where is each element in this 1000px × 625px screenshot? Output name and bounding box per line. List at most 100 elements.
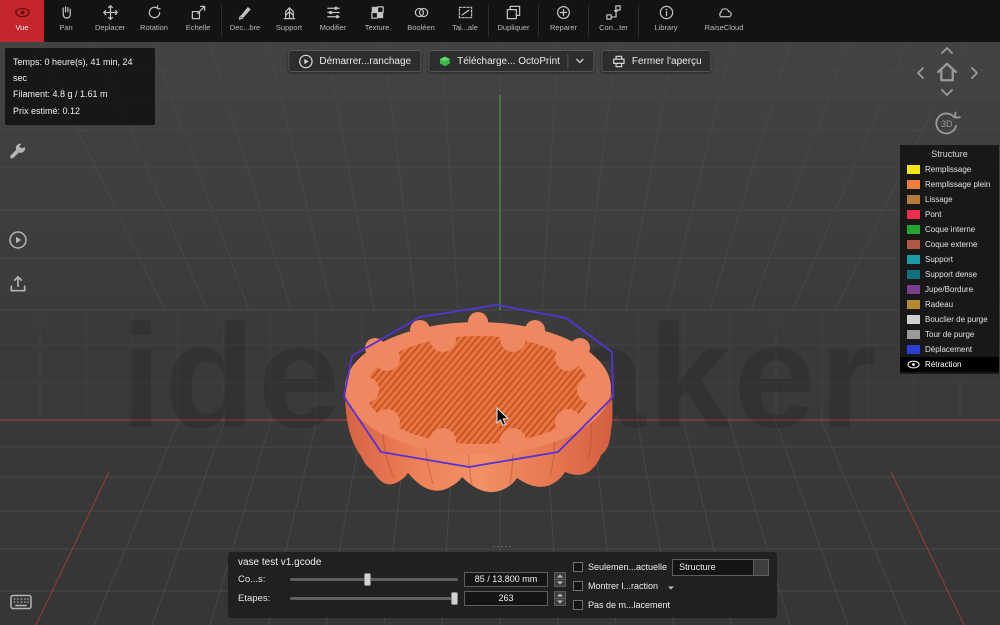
layer-value-field[interactable]: 85 / 13.800 mm <box>464 572 548 587</box>
tool-move[interactable]: Deplacer <box>88 0 132 42</box>
color-swatch <box>907 225 920 234</box>
color-swatch <box>907 210 920 219</box>
toolbar-separator <box>538 5 539 37</box>
rotate-left-button[interactable] <box>914 64 927 87</box>
steps-slider[interactable] <box>290 592 458 605</box>
svg-text:3D: 3D <box>941 119 953 129</box>
tool-cut[interactable]: Dec...bre <box>223 0 267 42</box>
legend-row-retraction[interactable]: Rétraction <box>900 357 999 372</box>
color-swatch <box>907 330 920 339</box>
tool-scale[interactable]: Echelle <box>176 0 220 42</box>
legend-row-remplissage-plein[interactable]: Remplissage plein <box>900 177 999 192</box>
tool-view[interactable]: Vue <box>0 0 44 42</box>
library-icon <box>658 4 675 21</box>
print-filament: Filament: 4.8 g / 1.61 m <box>13 86 147 102</box>
keyboard-shortcuts-button[interactable] <box>10 594 32 615</box>
checkbox-current-layer-only[interactable] <box>573 562 583 572</box>
keyboard-icon <box>10 594 32 610</box>
print-info-panel: Temps: 0 heure(s), 41 min, 24 sec Filame… <box>5 48 155 125</box>
knife-icon <box>237 4 254 21</box>
steps-slider-label: Etapes: <box>238 593 284 604</box>
tool-raisecloud[interactable]: RaiseCloud <box>692 0 756 42</box>
color-swatch <box>907 285 920 294</box>
tool-repair[interactable]: Reparer <box>540 0 587 42</box>
rotate-right-button[interactable] <box>968 64 981 87</box>
structure-panel-title: Structure <box>900 145 999 162</box>
legend-row-lissage[interactable]: Lissage <box>900 192 999 207</box>
chevron-down-icon[interactable] <box>575 58 584 64</box>
legend-row-deplacement[interactable]: Déplacement <box>900 342 999 357</box>
home-view-button[interactable] <box>934 60 960 89</box>
button-divider <box>567 54 568 68</box>
close-preview-button[interactable]: Fermer l'aperçu <box>601 50 712 72</box>
step-down-button[interactable] <box>554 579 566 587</box>
checkbox-show-retraction[interactable] <box>573 581 583 591</box>
legend-row-tour-de-purge[interactable]: Tour de purge <box>900 327 999 342</box>
legend-row-support[interactable]: Support <box>900 252 999 267</box>
color-swatch <box>907 270 920 279</box>
vase-model[interactable] <box>344 305 613 492</box>
tool-texture[interactable]: Texture <box>355 0 399 42</box>
tool-pan[interactable]: Pan <box>44 0 88 42</box>
layer-slider-label: Co...s: <box>238 574 284 585</box>
gcode-filename: vase test v1.gcode <box>238 557 568 568</box>
dropdown-arrow <box>753 560 768 575</box>
steps-stepper <box>554 591 566 606</box>
step-up-button[interactable] <box>554 572 566 579</box>
tool-rotate[interactable]: Rotation <box>132 0 176 42</box>
step-down-button[interactable] <box>554 598 566 606</box>
hand-icon <box>58 4 75 21</box>
main-toolbar: Vue Pan Deplacer Rotation Echelle Dec...… <box>0 0 1000 42</box>
tool-freeform-cut[interactable]: Tai...ale <box>443 0 487 42</box>
duplicate-icon <box>505 4 522 21</box>
export-up-icon <box>8 274 28 294</box>
3d-viewport[interactable]: ideamaker <box>0 42 1000 625</box>
panel-drag-handle[interactable]: ····· <box>493 541 513 551</box>
color-swatch <box>907 315 920 324</box>
legend-row-support-dense[interactable]: Support dense <box>900 267 999 282</box>
structure-view-dropdown[interactable]: Structure <box>672 559 769 576</box>
texture-icon <box>369 4 386 21</box>
move-icon <box>102 4 119 21</box>
structure-legend-panel: Structure Remplissage Remplissage plein … <box>900 145 999 374</box>
preview-play-button[interactable] <box>8 230 28 255</box>
printer-icon <box>611 54 626 69</box>
legend-row-jupe-bordure[interactable]: Jupe/Bordure <box>900 282 999 297</box>
legend-row-coque-externe[interactable]: Coque externe <box>900 237 999 252</box>
cloud-icon <box>716 4 733 21</box>
rotate-down-button[interactable] <box>938 86 956 104</box>
view-navigation-cluster: 3D <box>910 44 986 148</box>
tool-modify[interactable]: Modifier <box>311 0 355 42</box>
start-slice-button[interactable]: Démarrer...ranchage <box>288 50 421 72</box>
step-up-button[interactable] <box>554 591 566 598</box>
tool-library[interactable]: Library <box>640 0 692 42</box>
legend-row-pont[interactable]: Pont <box>900 207 999 222</box>
play-circle-icon <box>298 54 313 69</box>
slider-thumb[interactable] <box>451 592 458 605</box>
checkbox-no-travel-moves[interactable] <box>573 600 583 610</box>
settings-wrench-button[interactable] <box>8 142 28 167</box>
tool-support[interactable]: Support <box>267 0 311 42</box>
print-price: Prix estimé: 0.12 <box>13 103 147 119</box>
chevron-left-icon <box>914 64 927 82</box>
tool-boolean[interactable]: Booléen <box>399 0 443 42</box>
legend-row-bouclier-de-purge[interactable]: Bouclier de purge <box>900 312 999 327</box>
toolbar-separator <box>638 5 639 37</box>
tool-duplicate[interactable]: Dupliquer <box>490 0 537 42</box>
support-icon <box>281 4 298 21</box>
steps-value-field[interactable]: 263 <box>464 591 548 606</box>
color-swatch <box>907 195 920 204</box>
layer-slider[interactable] <box>290 573 458 586</box>
boolean-icon <box>413 4 430 21</box>
legend-row-remplissage[interactable]: Remplissage <box>900 162 999 177</box>
toggle-3d-view-button[interactable]: 3D <box>930 106 964 145</box>
export-button[interactable] <box>8 274 28 299</box>
legend-row-radeau[interactable]: Radeau <box>900 297 999 312</box>
toolbar-separator <box>488 5 489 37</box>
tool-connect[interactable]: Con...ter <box>590 0 637 42</box>
legend-row-coque-interne[interactable]: Coque interne <box>900 222 999 237</box>
upload-octoprint-button[interactable]: Télécharge... OctoPrint <box>428 50 594 72</box>
slider-thumb[interactable] <box>364 573 371 586</box>
toolbar-separator <box>588 5 589 37</box>
freeform-cut-icon <box>457 4 474 21</box>
